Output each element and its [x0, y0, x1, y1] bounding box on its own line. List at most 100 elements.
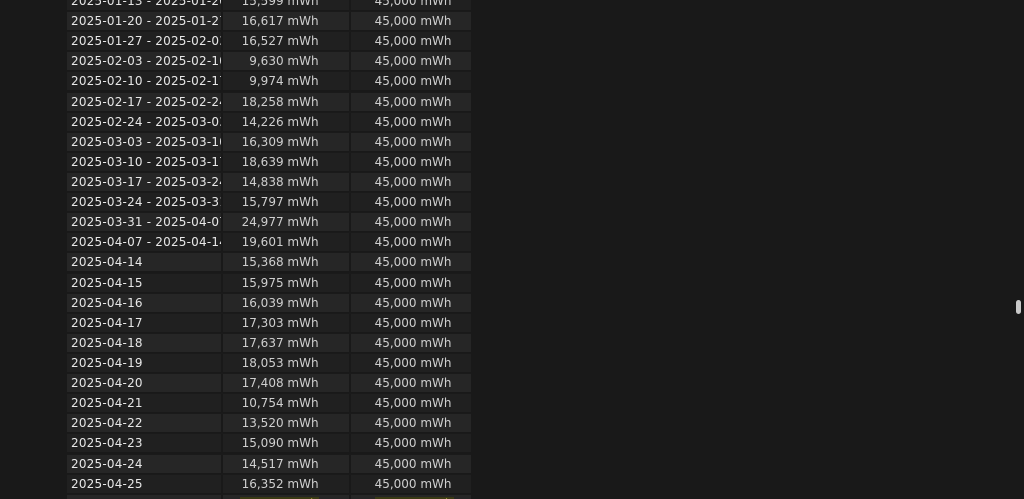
energy-used-cell: 16,352 mWh	[223, 474, 349, 493]
capacity-value: 45,000 mWh	[374, 154, 452, 169]
period-cell: 2025-01-20 - 2025-01-27	[67, 12, 222, 31]
energy-used-value: 15,975 mWh	[241, 275, 319, 290]
energy-used-value: 17,408 mWh	[241, 376, 319, 391]
period-cell: 2025-01-13 - 2025-01-20	[67, 0, 222, 10]
scrollbar-thumb[interactable]	[1016, 300, 1021, 314]
energy-used-value: 18,053 mWh	[241, 355, 319, 370]
capacity-value: 45,000 mWh	[374, 34, 452, 49]
period-cell: 2025-01-27 - 2025-02-03	[67, 32, 222, 51]
capacity-cell: 45,000 mWh	[350, 32, 471, 51]
energy-used-value: 16,617 mWh	[241, 14, 319, 29]
table-row: 2025-04-16 16,039 mWh 45,000 mWh	[67, 293, 471, 314]
energy-used-value: 15,368 mWh	[241, 255, 319, 270]
capacity-value: 45,000 mWh	[374, 235, 452, 250]
energy-used-value: 18,639 mWh	[241, 154, 319, 169]
energy-used-value: 19,601 mWh	[241, 235, 319, 250]
capacity-cell: 45,000 mWh	[350, 92, 471, 111]
table-row: 2025-02-10 - 2025-02-17 9,974 mWh 45,000 m…	[67, 72, 471, 93]
energy-used-cell: 16,414 mWh	[223, 494, 349, 499]
capacity-cell: 45,000 mWh	[350, 193, 471, 212]
capacity-cell: 45,000 mWh	[350, 313, 471, 332]
capacity-value: 45,000 mWh	[374, 456, 452, 471]
energy-used-value: 18,258 mWh	[241, 94, 319, 109]
energy-used-value: 17,637 mWh	[241, 335, 319, 350]
capacity-value: 45,000 mWh	[374, 54, 452, 69]
energy-used-value: 9,630 mWh	[249, 54, 319, 69]
energy-used-value: 14,517 mWh	[241, 456, 319, 471]
capacity-cell: 45,000 mWh	[350, 353, 471, 372]
table-row: 2025-03-24 - 2025-03-31 15,797 mWh 45,000 …	[67, 193, 471, 214]
period-cell: 2025-02-03 - 2025-02-10	[67, 52, 222, 71]
table-row: 2025-03-17 - 2025-03-24 14,838 mWh 45,000 …	[67, 172, 471, 194]
table-row: 2025-04-07 - 2025-04-14 19,601 mWh 45,000 …	[67, 233, 471, 254]
period-cell: 2025-04-15	[67, 273, 222, 292]
capacity-cell: 45,000 mWh	[350, 494, 471, 499]
energy-used-value: 16,039 mWh	[241, 295, 319, 310]
capacity-value: 45,000 mWh	[374, 476, 452, 491]
capacity-value: 45,000 mWh	[374, 114, 452, 129]
capacity-value: 45,000 mWh	[374, 275, 452, 290]
capacity-value: 45,000 mWh	[374, 14, 452, 29]
period-cell: 2025-03-24 - 2025-03-31	[67, 193, 222, 212]
capacity-value: 45,000 mWh	[374, 295, 452, 310]
table-row: 2025-04-2616,414 mWh45,000 mWh	[67, 494, 471, 499]
table-row: 2025-04-22 13,520 mWh 45,000 mWh	[67, 414, 471, 435]
capacity-cell: 45,000 mWh	[350, 434, 471, 453]
capacity-value: 45,000 mWh	[374, 416, 452, 431]
capacity-cell: 45,000 mWh	[350, 0, 471, 10]
period-cell: 2025-04-19	[67, 353, 222, 372]
capacity-cell: 45,000 mWh	[350, 414, 471, 433]
period-cell: 2025-04-07 - 2025-04-14	[67, 233, 222, 252]
period-cell: 2025-02-10 - 2025-02-17	[67, 72, 222, 91]
capacity-value: 45,000 mWh	[374, 355, 452, 370]
table-row: 2025-04-23 15,090 mWh 45,000 mWh	[67, 434, 471, 455]
energy-used-value: 14,838 mWh	[241, 174, 319, 189]
capacity-value: 45,000 mWh	[374, 195, 452, 210]
energy-used-cell: 15,368 mWh	[223, 253, 349, 272]
capacity-value: 45,000 mWh	[374, 94, 452, 109]
capacity-cell: 45,000 mWh	[350, 213, 471, 232]
capacity-cell: 45,000 mWh	[350, 112, 471, 131]
capacity-value: 45,000 mWh	[374, 255, 452, 270]
energy-used-cell: 14,226 mWh	[223, 112, 349, 131]
table-row: 2025-03-31 - 2025-04-07 24,977 mWh 45,000 …	[67, 213, 471, 234]
energy-used-cell: 18,639 mWh	[223, 152, 349, 171]
energy-used-value: 16,527 mWh	[241, 34, 319, 49]
energy-used-cell: 18,053 mWh	[223, 353, 349, 372]
table-row: 2025-03-10 - 2025-03-17 18,639 mWh 45,000 …	[67, 152, 471, 173]
table-row: 2025-01-20 - 2025-01-27 16,617 mWh 45,000 …	[67, 12, 471, 33]
period-cell: 2025-04-14	[67, 253, 222, 272]
capacity-value: 45,000 mWh	[374, 215, 452, 230]
energy-used-cell: 16,527 mWh	[223, 32, 349, 51]
period-cell: 2025-04-20	[67, 374, 222, 393]
battery-usage-table: 2025-01-13 - 2025-01-20 15,599 mWh 45,000 …	[67, 0, 471, 499]
table-row: 2025-02-17 - 2025-02-24 18,258 mWh 45,000 …	[67, 92, 471, 113]
capacity-value: 45,000 mWh	[374, 74, 452, 89]
capacity-cell: 45,000 mWh	[350, 253, 471, 272]
period-cell: 2025-03-31 - 2025-04-07	[67, 213, 222, 232]
capacity-value: 45,000 mWh	[374, 436, 452, 451]
period-cell: 2025-04-18	[67, 333, 222, 352]
energy-used-value: 16,352 mWh	[241, 476, 319, 491]
table-row: 2025-04-19 18,053 mWh 45,000 mWh	[67, 353, 471, 375]
energy-used-cell: 16,617 mWh	[223, 12, 349, 31]
energy-used-value: 9,974 mWh	[249, 74, 319, 89]
table-row: 2025-02-03 - 2025-02-10 9,630 mWh 45,000 m…	[67, 52, 471, 73]
capacity-cell: 45,000 mWh	[350, 333, 471, 352]
energy-used-value: 14,226 mWh	[241, 114, 319, 129]
table-row: 2025-01-13 - 2025-01-20 15,599 mWh 45,000 …	[67, 0, 471, 13]
capacity-cell: 45,000 mWh	[350, 293, 471, 312]
table-row: 2025-03-03 - 2025-03-10 16,309 mWh 45,000 …	[67, 132, 471, 153]
period-cell: 2025-04-17	[67, 313, 222, 332]
energy-used-cell: 15,599 mWh	[223, 0, 349, 10]
period-cell: 2025-04-21	[67, 394, 222, 413]
capacity-cell: 45,000 mWh	[350, 454, 471, 473]
energy-used-cell: 15,090 mWh	[223, 434, 349, 453]
vertical-scrollbar[interactable]	[1012, 0, 1024, 499]
energy-used-cell: 16,039 mWh	[223, 293, 349, 312]
energy-used-cell: 9,974 mWh	[223, 72, 349, 91]
period-cell: 2025-03-17 - 2025-03-24	[67, 172, 222, 191]
energy-used-cell: 18,258 mWh	[223, 92, 349, 111]
energy-used-value: 15,797 mWh	[241, 195, 319, 210]
period-cell: 2025-04-16	[67, 293, 222, 312]
